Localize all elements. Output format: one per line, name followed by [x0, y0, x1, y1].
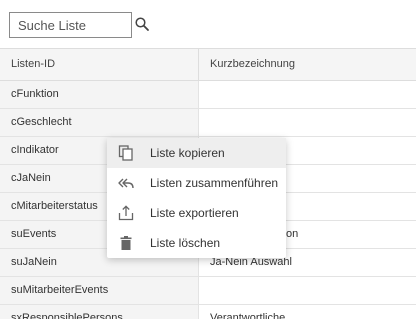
table-row[interactable]: cFunktion [0, 81, 416, 109]
short-name-cell [199, 81, 416, 108]
table-row[interactable]: sxResponsiblePersons Verantwortliche [0, 305, 416, 319]
list-id-cell: sxResponsiblePersons [0, 305, 199, 319]
list-id-cell: cGeschlecht [0, 109, 199, 136]
search-bar [0, 0, 416, 48]
menu-item-label: Liste exportieren [150, 206, 239, 220]
delete-list-menu-item[interactable]: Liste löschen [107, 228, 286, 258]
export-list-menu-item[interactable]: Liste exportieren [107, 198, 286, 228]
short-name-cell: Verantwortliche [199, 305, 416, 319]
search-input[interactable] [9, 12, 132, 38]
list-id-cell: cFunktion [0, 81, 199, 108]
list-id-cell: suMitarbeiterEvents [0, 277, 199, 304]
merge-icon [118, 178, 134, 189]
copy-icon [118, 145, 133, 161]
short-name-cell [199, 109, 416, 136]
merge-lists-menu-item[interactable]: Listen zusammenführen [107, 168, 286, 198]
menu-item-label: Listen zusammenführen [150, 176, 279, 190]
table-row[interactable]: cGeschlecht [0, 109, 416, 137]
context-menu: Liste kopieren Listen zusammenführen Lis… [107, 138, 286, 258]
export-icon [118, 205, 134, 221]
menu-item-label: Liste löschen [150, 236, 221, 250]
short-name-cell [199, 277, 416, 304]
menu-item-label: Liste kopieren [150, 146, 225, 160]
table-row[interactable]: suMitarbeiterEvents [0, 277, 416, 305]
trash-icon [120, 236, 132, 250]
copy-list-menu-item[interactable]: Liste kopieren [107, 138, 286, 168]
column-header-short-name[interactable]: Kurzbezeichnung [199, 49, 416, 80]
column-header-list-id[interactable]: Listen-ID [0, 49, 199, 80]
search-icon[interactable] [134, 16, 150, 32]
table-header: Listen-ID Kurzbezeichnung [0, 48, 416, 81]
